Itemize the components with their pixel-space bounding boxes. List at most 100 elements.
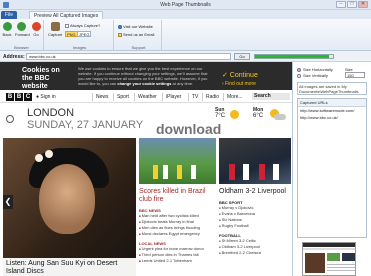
- size-vertically-label: Size Vertically: [303, 73, 328, 78]
- go-button[interactable]: Go: [30, 22, 42, 37]
- news-image[interactable]: [139, 138, 216, 184]
- forward-label: Forward: [15, 32, 30, 37]
- bbc-logo-b1: B: [6, 93, 14, 101]
- nav-news[interactable]: News: [92, 93, 109, 101]
- thumbnail-sport-image: [342, 253, 355, 261]
- size-horizontally-radio[interactable]: Size Horizontally: [297, 67, 333, 72]
- sport-image-player-1: [229, 164, 235, 180]
- options-panel: Size Horizontally Size Vertically Size 1…: [294, 62, 371, 276]
- thumbnail-preview[interactable]: [302, 242, 356, 276]
- go-label: Go: [33, 32, 39, 37]
- local-news-item[interactable]: Leeds United 2-1 Tottenham: [139, 258, 216, 264]
- search-box[interactable]: Search: [252, 93, 290, 100]
- thumbnail-hero: [305, 253, 325, 273]
- cookie-banner: Cookies on the BBC website We use cookie…: [0, 62, 292, 90]
- hero-story[interactable]: ❮ Listen: Aung San Suu Kyi on Desert Isl…: [3, 138, 136, 276]
- send-email-button[interactable]: Send us an Email: [118, 32, 154, 37]
- weather-day-2: Mon 6°C: [253, 107, 263, 119]
- thumbnail-news-image: [327, 253, 340, 261]
- send-email-label: Send us an Email: [123, 32, 155, 37]
- address-input[interactable]: www.bbc.co.uk: [26, 53, 231, 60]
- captured-url-item[interactable]: http://www.bbc.co.uk/: [298, 114, 366, 121]
- weather-day-1: Sun 7°C: [215, 107, 225, 119]
- back-arrow-icon: [2, 22, 12, 31]
- find-out-more-link[interactable]: › Find out more: [222, 81, 256, 87]
- forward-button[interactable]: Forward: [15, 22, 30, 37]
- nav-iplayer[interactable]: iPlayer: [162, 93, 181, 101]
- sport-image-player-2: [243, 164, 249, 180]
- minimize-button[interactable]: –: [336, 1, 346, 8]
- thumbnail-banner: [303, 243, 355, 247]
- back-button[interactable]: Back: [1, 22, 13, 37]
- close-button[interactable]: ✕: [358, 1, 368, 8]
- browser-view[interactable]: Cookies on the BBC website We use cookie…: [0, 62, 293, 276]
- size-vertically-radio-dot: [297, 73, 301, 78]
- ribbon: Back Forward Go Browser Capture Always C…: [0, 19, 371, 51]
- location-icon: [6, 115, 14, 123]
- capture-button[interactable]: Capture: [48, 22, 62, 37]
- sport-item[interactable]: Rugby Football: [219, 223, 291, 229]
- load-progress-bar: [254, 54, 334, 59]
- captured-urls-list[interactable]: Captured URLs http://www.softwaremode.co…: [297, 98, 367, 238]
- news-item[interactable]: Morsi declares Egypt emergency: [139, 231, 216, 237]
- always-capture-label: Always Capture?: [70, 23, 101, 28]
- cloud-icon: [274, 114, 286, 120]
- nav-radio[interactable]: Radio: [202, 93, 219, 101]
- tab-file[interactable]: File: [1, 11, 18, 19]
- user-icon: ●: [36, 94, 40, 100]
- weather-city: LONDON: [27, 107, 75, 119]
- nav-tv[interactable]: TV: [188, 93, 198, 101]
- sport-headline[interactable]: Oldham 3-2 Liverpool: [219, 188, 291, 196]
- watermark: download: [156, 121, 222, 137]
- browser-group-caption: Browser: [14, 45, 29, 50]
- cookie-text-2: at any time.: [172, 81, 194, 86]
- cookie-settings-link[interactable]: change your cookie settings: [117, 81, 171, 86]
- thumbnail-text-line: [327, 267, 355, 268]
- news-image-figure-1: [153, 165, 158, 179]
- sign-in-label: Sign in: [40, 94, 56, 100]
- back-label: Back: [2, 32, 12, 37]
- visit-website-button[interactable]: Visit our Website: [118, 24, 153, 29]
- captured-url-item[interactable]: http://www.softwaremode.com/: [298, 107, 366, 114]
- nav-weather[interactable]: Weather: [134, 93, 157, 101]
- day-2-temp: 6°C: [253, 113, 264, 119]
- size-horizontally-label: Size Horizontally: [303, 67, 333, 72]
- sport-column: Oldham 3-2 Liverpool BBC SPORT Murray v …: [219, 138, 291, 256]
- title-bar: Web Page Thumbnails – □ ✕: [0, 0, 371, 10]
- address-go-button[interactable]: Go: [234, 53, 250, 60]
- size-input[interactable]: 150: [345, 72, 365, 78]
- tab-preview-all-captured-images[interactable]: Preview All Captured Images: [29, 11, 104, 19]
- bbc-logo[interactable]: B B C: [6, 93, 32, 101]
- always-capture-checkbox[interactable]: Always Capture?: [65, 23, 100, 28]
- thumbnail-nav: [303, 248, 355, 250]
- images-group-caption: Images: [72, 45, 87, 50]
- sport-image[interactable]: [219, 138, 291, 184]
- size-vertically-radio[interactable]: Size Vertically: [297, 73, 328, 78]
- weather-date: SUNDAY, 27 JANUARY: [27, 119, 144, 131]
- png-toggle[interactable]: PNG: [65, 31, 78, 37]
- go-icon: [31, 22, 41, 31]
- maximize-button[interactable]: □: [347, 1, 357, 8]
- weather-strip: LONDON SUNDAY, 27 JANUARY Sun 7°C Mon 6°…: [0, 103, 292, 137]
- hero-caption[interactable]: Listen: Aung San Suu Kyi on Desert Islan…: [3, 258, 136, 276]
- thumbnail-text-line: [327, 264, 355, 265]
- cookie-heading: Cookies on the BBC website: [22, 67, 60, 90]
- nav-more[interactable]: More...: [223, 93, 243, 101]
- nav-sport[interactable]: Sport: [113, 93, 129, 101]
- bbc-logo-c: C: [24, 93, 32, 101]
- camera-icon: [50, 22, 60, 31]
- sport-image-player-3: [259, 164, 265, 180]
- site-nav: B B C ● Sign in News Sport Weather iPlay…: [0, 90, 292, 103]
- hero-image-face: [39, 164, 95, 234]
- continue-link[interactable]: ✓ Continue: [222, 71, 258, 79]
- news-headline[interactable]: Scores killed in Brazil club fire: [139, 188, 216, 204]
- sun-icon: [230, 110, 239, 119]
- football-item[interactable]: Brentford 2-2 Chelsea: [219, 250, 291, 256]
- always-capture-box: [65, 23, 69, 28]
- captured-urls-header: Captured URLs: [298, 99, 366, 107]
- sign-in-link[interactable]: ● Sign in: [36, 94, 56, 100]
- mail-icon: [118, 32, 122, 37]
- window-controls: – □ ✕: [336, 1, 368, 8]
- jpeg-toggle[interactable]: JPEG: [77, 31, 92, 37]
- carousel-prev-arrow[interactable]: ❮: [3, 195, 13, 209]
